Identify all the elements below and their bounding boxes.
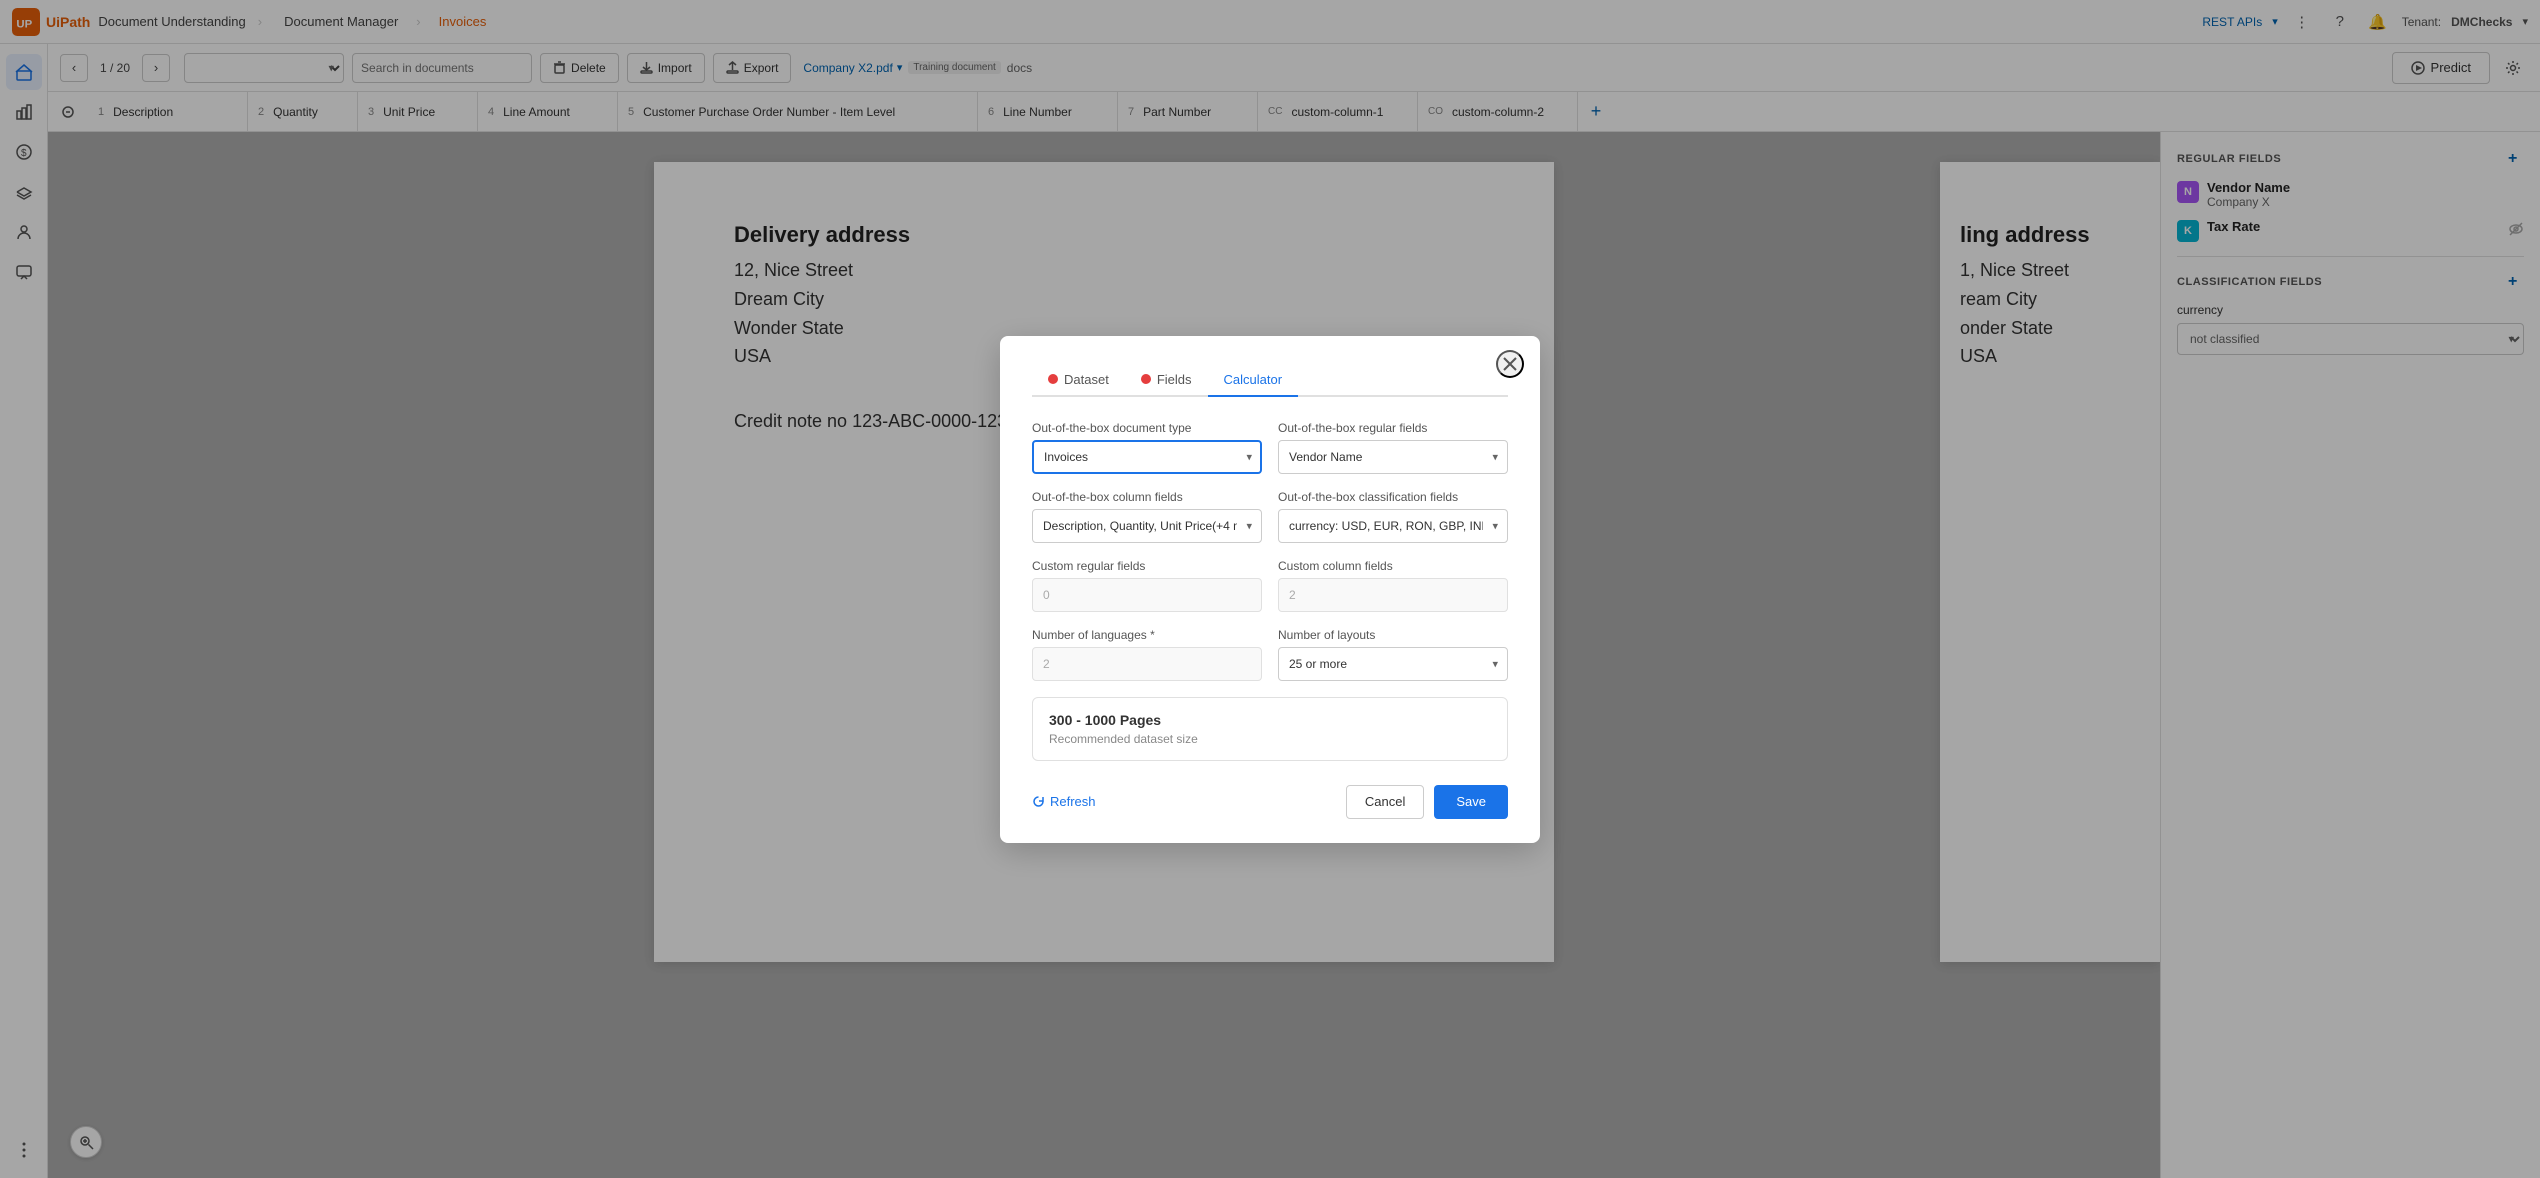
custom-col-label: Custom column fields — [1278, 559, 1508, 573]
col-fields-select[interactable]: Description, Quantity, Unit Price(+4 mor… — [1032, 509, 1262, 543]
col-fields-label: Out-of-the-box column fields — [1032, 490, 1262, 504]
regular-fields-label: Out-of-the-box regular fields — [1278, 421, 1508, 435]
tab-fields-label: Fields — [1157, 372, 1192, 387]
custom-regular-input[interactable] — [1032, 578, 1262, 612]
custom-col-group: Custom column fields — [1278, 559, 1508, 612]
modal-tabs: Dataset Fields Calculator — [1032, 364, 1508, 397]
class-fields-select-wrapper: currency: USD, EUR, RON, GBP, INR, CAD, … — [1278, 509, 1508, 543]
modal-row-4: Number of languages * Number of layouts … — [1032, 628, 1508, 681]
num-languages-label: Number of languages * — [1032, 628, 1262, 642]
refresh-label: Refresh — [1050, 794, 1096, 809]
custom-regular-label: Custom regular fields — [1032, 559, 1262, 573]
dataset-desc: Recommended dataset size — [1049, 732, 1491, 746]
doc-type-label: Out-of-the-box document type — [1032, 421, 1262, 435]
calculator-modal: Dataset Fields Calculator Out-of-the-box… — [1000, 336, 1540, 843]
tab-dataset-label: Dataset — [1064, 372, 1109, 387]
modal-row-2: Out-of-the-box column fields Description… — [1032, 490, 1508, 543]
num-languages-group: Number of languages * — [1032, 628, 1262, 681]
dataset-pages: 300 - 1000 Pages — [1049, 712, 1491, 728]
regular-fields-select-wrapper: Vendor Name — [1278, 440, 1508, 474]
tab-calculator[interactable]: Calculator — [1208, 364, 1299, 397]
tab-dataset[interactable]: Dataset — [1032, 364, 1125, 397]
fields-error-indicator — [1141, 374, 1151, 384]
modal-row-3: Custom regular fields Custom column fiel… — [1032, 559, 1508, 612]
class-fields-select[interactable]: currency: USD, EUR, RON, GBP, INR, CAD, … — [1278, 509, 1508, 543]
doc-type-select-wrapper: Invoices Purchase Orders Receipts — [1032, 440, 1262, 474]
refresh-btn[interactable]: Refresh — [1032, 794, 1096, 809]
modal-footer: Refresh Cancel Save — [1032, 785, 1508, 819]
close-icon — [1503, 357, 1517, 371]
regular-fields-select[interactable]: Vendor Name — [1278, 440, 1508, 474]
tab-calculator-label: Calculator — [1224, 372, 1283, 387]
num-layouts-select[interactable]: 25 or more 1 2-5 6-10 11-25 — [1278, 647, 1508, 681]
custom-regular-group: Custom regular fields — [1032, 559, 1262, 612]
num-layouts-label: Number of layouts — [1278, 628, 1508, 642]
tab-fields[interactable]: Fields — [1125, 364, 1208, 397]
save-btn[interactable]: Save — [1434, 785, 1508, 819]
modal-overlay: Dataset Fields Calculator Out-of-the-box… — [0, 0, 2540, 1178]
num-languages-input[interactable] — [1032, 647, 1262, 681]
modal-close-btn[interactable] — [1496, 350, 1524, 378]
modal-row-1: Out-of-the-box document type Invoices Pu… — [1032, 421, 1508, 474]
num-layouts-group: Number of layouts 25 or more 1 2-5 6-10 … — [1278, 628, 1508, 681]
col-fields-group: Out-of-the-box column fields Description… — [1032, 490, 1262, 543]
dataset-error-indicator — [1048, 374, 1058, 384]
dataset-size-box: 300 - 1000 Pages Recommended dataset siz… — [1032, 697, 1508, 761]
col-fields-select-wrapper: Description, Quantity, Unit Price(+4 mor… — [1032, 509, 1262, 543]
classification-fields-group: Out-of-the-box classification fields cur… — [1278, 490, 1508, 543]
classification-fields-label: Out-of-the-box classification fields — [1278, 490, 1508, 504]
regular-fields-group: Out-of-the-box regular fields Vendor Nam… — [1278, 421, 1508, 474]
num-layouts-select-wrapper: 25 or more 1 2-5 6-10 11-25 — [1278, 647, 1508, 681]
custom-col-input[interactable] — [1278, 578, 1508, 612]
doc-type-select[interactable]: Invoices Purchase Orders Receipts — [1032, 440, 1262, 474]
doc-type-group: Out-of-the-box document type Invoices Pu… — [1032, 421, 1262, 474]
cancel-btn[interactable]: Cancel — [1346, 785, 1424, 819]
refresh-icon — [1032, 795, 1045, 808]
